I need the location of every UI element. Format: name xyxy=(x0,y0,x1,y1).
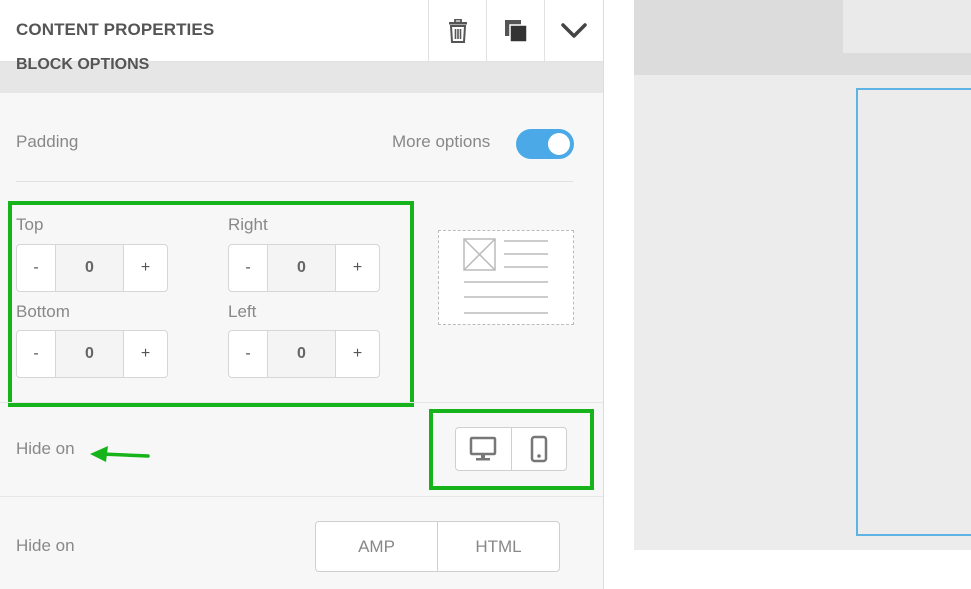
panel-header: CONTENT PROPERTIES xyxy=(0,0,603,62)
section-title: BLOCK OPTIONS xyxy=(16,56,150,73)
divider xyxy=(16,181,573,182)
padding-preview xyxy=(438,230,574,325)
hide-on-device-toggle-group xyxy=(455,427,567,471)
chevron-down-icon xyxy=(561,23,587,38)
block-options-section: BLOCK OPTIONS xyxy=(0,56,603,93)
padding-right-increment-button[interactable]: + xyxy=(335,245,379,291)
delete-button[interactable] xyxy=(428,0,486,62)
hide-on-device-label: Hide on xyxy=(16,439,75,458)
padding-right-stepper: - 0 + xyxy=(228,244,380,292)
arrow-left-icon xyxy=(90,446,150,462)
hide-on-html-button[interactable]: HTML xyxy=(437,522,559,571)
padding-top-stepper: - 0 + xyxy=(16,244,168,292)
panel-title: CONTENT PROPERTIES xyxy=(16,20,215,39)
more-options-toggle[interactable] xyxy=(516,129,574,159)
mobile-icon xyxy=(530,435,547,463)
editor-canvas xyxy=(634,0,971,550)
padding-bottom-label: Bottom xyxy=(16,302,70,321)
content-properties-panel: CONTENT PROPERTIES BLOCK OPTIONS Padding… xyxy=(0,0,604,589)
padding-left-increment-button[interactable]: + xyxy=(335,331,379,377)
padding-bottom-value[interactable]: 0 xyxy=(56,331,123,377)
padding-left-decrement-button[interactable]: - xyxy=(229,331,268,377)
duplicate-icon xyxy=(504,20,528,43)
padding-bottom-decrement-button[interactable]: - xyxy=(17,331,56,377)
divider xyxy=(0,496,603,497)
padding-top-label: Top xyxy=(16,215,44,234)
duplicate-button[interactable] xyxy=(486,0,544,62)
collapse-button[interactable] xyxy=(544,0,603,62)
padding-label: Padding xyxy=(16,132,79,151)
padding-right-decrement-button[interactable]: - xyxy=(229,245,268,291)
padding-right-label: Right xyxy=(228,215,268,234)
desktop-icon xyxy=(470,436,497,461)
hide-on-format-toggle-group: AMP HTML xyxy=(315,521,560,572)
padding-bottom-increment-button[interactable]: + xyxy=(123,331,167,377)
more-options-label: More options xyxy=(392,132,491,151)
padding-right-value[interactable]: 0 xyxy=(268,245,335,291)
padding-left-stepper: - 0 + xyxy=(228,330,380,378)
padding-top-increment-button[interactable]: + xyxy=(123,245,167,291)
padding-bottom-stepper: - 0 + xyxy=(16,330,168,378)
padding-top-decrement-button[interactable]: - xyxy=(17,245,56,291)
padding-top-value[interactable]: 0 xyxy=(56,245,123,291)
selected-content-block[interactable] xyxy=(856,88,971,536)
hide-on-amp-button[interactable]: AMP xyxy=(316,522,437,571)
hide-on-format-label: Hide on xyxy=(16,536,75,555)
padding-left-label: Left xyxy=(228,302,257,321)
padding-left-value[interactable]: 0 xyxy=(268,331,335,377)
toggle-knob xyxy=(548,133,570,155)
canvas-tab xyxy=(843,0,971,53)
hide-on-mobile-button[interactable] xyxy=(510,428,567,470)
hide-on-desktop-button[interactable] xyxy=(456,428,511,470)
divider xyxy=(0,402,603,403)
trash-icon xyxy=(448,19,467,43)
content-block-preview-icon xyxy=(463,238,548,314)
